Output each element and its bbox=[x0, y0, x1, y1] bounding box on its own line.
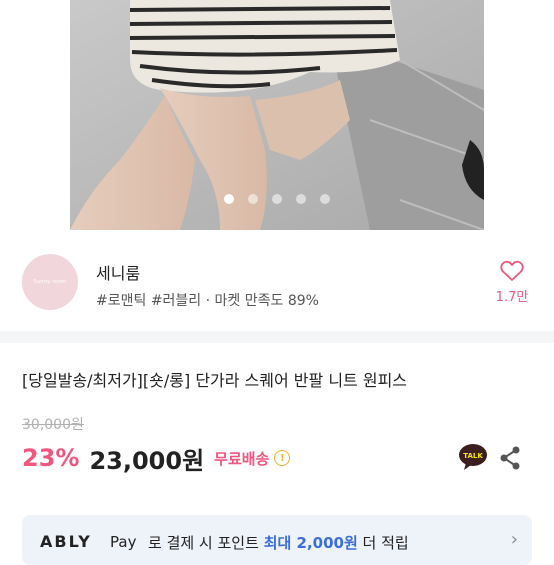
carousel-dot[interactable] bbox=[224, 194, 234, 204]
carousel-dot[interactable] bbox=[296, 194, 306, 204]
carousel-dot[interactable] bbox=[248, 194, 258, 204]
kakao-talk-share-icon[interactable]: TALK bbox=[458, 443, 488, 471]
share-icon[interactable] bbox=[498, 445, 522, 471]
chevron-right-icon: › bbox=[510, 529, 518, 550]
discount-rate: 23% bbox=[22, 444, 80, 472]
pay-label: Pay bbox=[110, 533, 137, 551]
original-price: 30,000원 bbox=[22, 417, 84, 433]
info-icon[interactable]: ! bbox=[274, 450, 291, 466]
seller-section[interactable]: Sunny room 세니룸 #로맨틱 #러블리 · 마켓 만족도 89% 1.… bbox=[0, 254, 554, 314]
product-image[interactable] bbox=[70, 0, 484, 230]
talk-label: TALK bbox=[463, 452, 483, 460]
banner-accent: 최대 2,000원 bbox=[263, 534, 358, 552]
like-count: 1.7만 bbox=[495, 290, 529, 305]
carousel-indicators bbox=[70, 194, 484, 204]
carousel-dot[interactable] bbox=[272, 194, 282, 204]
banner-text-before: 로 결제 시 포인트 bbox=[148, 534, 264, 552]
avatar-logo-text: Sunny room bbox=[33, 279, 67, 285]
price-row: 23% 23,000원 무료배송 ! bbox=[22, 443, 291, 475]
heart-icon bbox=[500, 260, 524, 281]
section-divider bbox=[0, 331, 554, 343]
seller-avatar[interactable]: Sunny room bbox=[22, 254, 78, 310]
banner-text: 로 결제 시 포인트 최대 2,000원 더 적립 bbox=[148, 532, 409, 553]
sale-price: 23,000원 bbox=[89, 446, 205, 475]
banner-text-after: 더 적립 bbox=[357, 534, 409, 552]
shipping-label: 무료배송 bbox=[214, 449, 270, 468]
ably-pay-banner[interactable]: ABLY Pay 로 결제 시 포인트 최대 2,000원 더 적립 › bbox=[22, 515, 532, 565]
like-button[interactable]: 1.7만 bbox=[492, 260, 532, 305]
ably-logo: ABLY bbox=[40, 532, 92, 551]
carousel-dot[interactable] bbox=[320, 194, 330, 204]
product-title: [당일발송/최저가][숏/롱] 단가라 스퀘어 반팔 니트 원피스 bbox=[22, 371, 408, 390]
seller-name[interactable]: 세니룸 bbox=[96, 260, 140, 284]
seller-tags: #로맨틱 #러블리 · 마켓 만족도 89% bbox=[96, 293, 319, 309]
